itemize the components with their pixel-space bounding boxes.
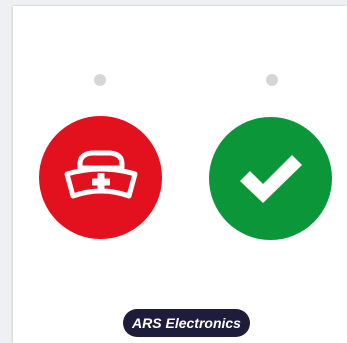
checkmark-icon: [236, 151, 306, 207]
confirm-button[interactable]: [209, 117, 332, 240]
confirm-indicator-light: [266, 74, 278, 86]
brand-badge: ARS Electronics: [123, 309, 250, 337]
call-panel: ARS Electronics: [13, 6, 347, 343]
nurse-cap-icon: [60, 146, 142, 210]
nurse-indicator-light: [94, 74, 106, 86]
nurse-call-button[interactable]: [39, 116, 162, 239]
